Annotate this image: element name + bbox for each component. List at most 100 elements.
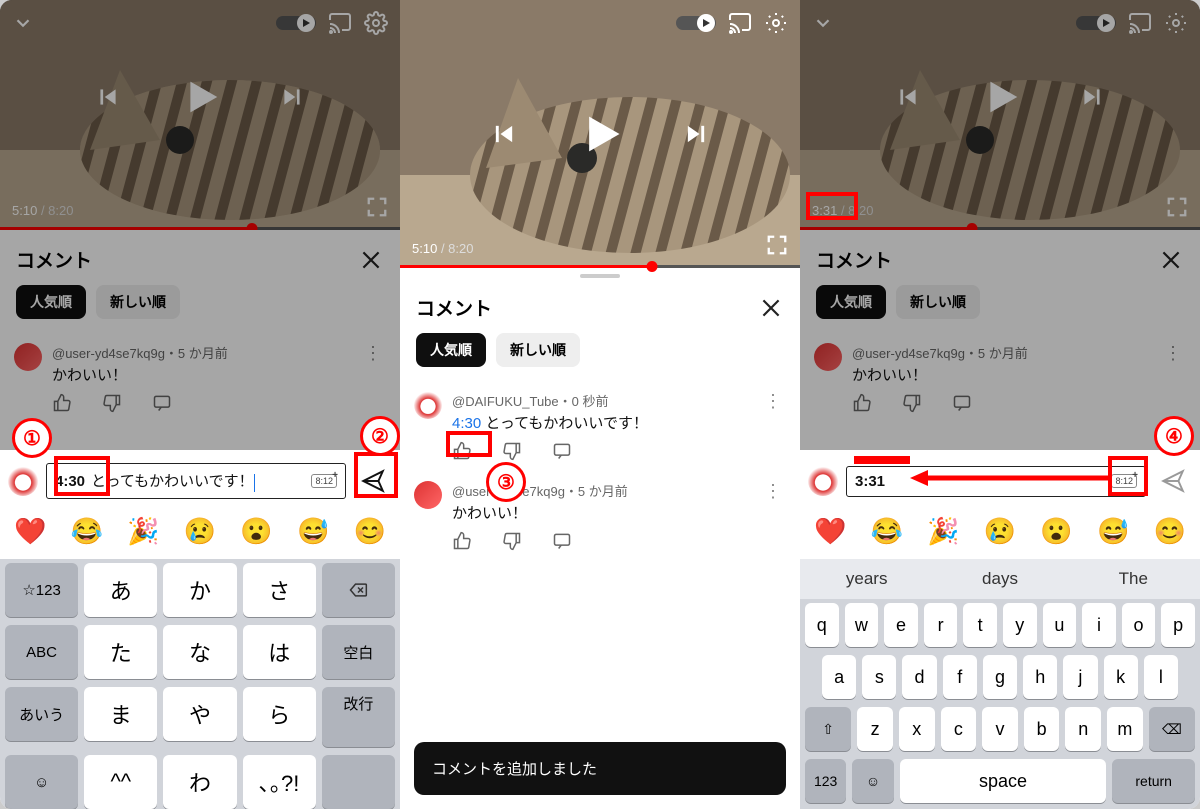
key[interactable]: b <box>1024 707 1060 751</box>
like-icon[interactable] <box>852 393 872 413</box>
sort-popular-chip[interactable]: 人気順 <box>16 285 86 319</box>
key[interactable]: さ <box>243 563 316 617</box>
key[interactable]: な <box>163 625 236 679</box>
fullscreen-icon[interactable] <box>766 234 788 256</box>
key-kana[interactable]: あいう <box>5 687 78 741</box>
dislike-icon[interactable] <box>902 393 922 413</box>
key[interactable]: c <box>941 707 977 751</box>
emoji-smile[interactable]: 😊 <box>1154 516 1186 547</box>
avatar[interactable] <box>414 481 442 509</box>
like-icon[interactable] <box>452 531 472 551</box>
key[interactable]: s <box>862 655 896 699</box>
emoji-heart[interactable]: ❤️ <box>14 516 46 547</box>
key[interactable]: わ <box>163 755 236 809</box>
prev-icon[interactable] <box>95 84 121 110</box>
key[interactable]: l <box>1144 655 1178 699</box>
key-123[interactable]: 123 <box>805 759 846 803</box>
reply-icon[interactable] <box>152 393 172 413</box>
avatar[interactable] <box>814 343 842 371</box>
sort-popular-chip[interactable]: 人気順 <box>816 285 886 319</box>
reply-icon[interactable] <box>552 531 572 551</box>
key[interactable]: j <box>1063 655 1097 699</box>
next-icon[interactable] <box>1079 84 1105 110</box>
collapse-icon[interactable] <box>812 12 834 34</box>
sort-popular-chip[interactable]: 人気順 <box>416 333 486 367</box>
key[interactable]: u <box>1043 603 1077 647</box>
comment-menu-icon[interactable]: ⋮ <box>760 481 786 551</box>
send-button[interactable] <box>1154 462 1192 500</box>
key[interactable]: ら <box>243 687 316 741</box>
fullscreen-icon[interactable] <box>366 196 388 218</box>
collapse-icon[interactable] <box>12 12 34 34</box>
timestamp-button[interactable]: 8:12+ <box>311 474 337 488</box>
key[interactable]: d <box>902 655 936 699</box>
emoji-cry[interactable]: 😢 <box>184 516 216 547</box>
key-backspace[interactable]: ⌫ <box>1149 707 1195 751</box>
cast-icon[interactable] <box>328 11 352 35</box>
key[interactable]: x <box>899 707 935 751</box>
key[interactable]: m <box>1107 707 1143 751</box>
sort-newest-chip[interactable]: 新しい順 <box>896 285 980 319</box>
key[interactable]: e <box>884 603 918 647</box>
key[interactable]: i <box>1082 603 1116 647</box>
emoji-surprise[interactable]: 😮 <box>240 516 272 547</box>
key-shift[interactable]: ⇧ <box>805 707 851 751</box>
autoplay-toggle[interactable] <box>276 13 316 33</box>
autoplay-toggle[interactable] <box>1076 13 1116 33</box>
key-return[interactable]: 改行 <box>322 687 395 747</box>
keyboard-japanese[interactable]: ☆123 あ か さ ABC た な は 空白 あいう ま や ら 改行 <box>0 559 400 809</box>
dislike-icon[interactable] <box>502 441 522 461</box>
emoji-tada[interactable]: 🎉 <box>927 516 959 547</box>
next-icon[interactable] <box>682 120 710 148</box>
key[interactable]: ､｡?! <box>243 755 316 809</box>
avatar[interactable] <box>14 343 42 371</box>
video-player[interactable]: 5:10 / 8:20 <box>0 0 400 230</box>
comment-menu-icon[interactable]: ⋮ <box>360 343 386 413</box>
emoji-joy[interactable]: 😂 <box>71 516 103 547</box>
comment-menu-icon[interactable]: ⋮ <box>760 391 786 461</box>
emoji-row[interactable]: ❤️ 😂 🎉 😢 😮 😅 😊 <box>800 504 1200 559</box>
key[interactable]: z <box>857 707 893 751</box>
predict-word[interactable]: The <box>1067 559 1200 599</box>
comment-menu-icon[interactable]: ⋮ <box>1160 343 1186 413</box>
reply-icon[interactable] <box>952 393 972 413</box>
predictive-row[interactable]: years days The <box>800 559 1200 599</box>
key-space[interactable]: 空白 <box>322 625 395 679</box>
play-icon[interactable] <box>977 74 1023 120</box>
key[interactable]: た <box>84 625 157 679</box>
play-icon[interactable] <box>177 74 223 120</box>
key[interactable]: ま <box>84 687 157 741</box>
key-blank[interactable] <box>322 755 395 809</box>
key[interactable]: w <box>845 603 879 647</box>
close-icon[interactable] <box>358 247 384 273</box>
settings-icon[interactable] <box>1164 11 1188 35</box>
key[interactable]: g <box>983 655 1017 699</box>
key[interactable]: h <box>1023 655 1057 699</box>
dislike-icon[interactable] <box>102 393 122 413</box>
key[interactable]: t <box>963 603 997 647</box>
predict-word[interactable]: years <box>800 559 933 599</box>
emoji-row[interactable]: ❤️ 😂 🎉 😢 😮 😅 😊 <box>0 504 400 559</box>
key-space[interactable]: space <box>900 759 1107 803</box>
prev-icon[interactable] <box>490 120 518 148</box>
key-num[interactable]: ☆123 <box>5 563 78 617</box>
key[interactable]: y <box>1003 603 1037 647</box>
emoji-heart[interactable]: ❤️ <box>814 516 846 547</box>
timestamp-link[interactable]: 4:30 <box>452 415 481 432</box>
reply-icon[interactable] <box>552 441 572 461</box>
emoji-sweat[interactable]: 😅 <box>1097 516 1129 547</box>
key[interactable]: r <box>924 603 958 647</box>
settings-icon[interactable] <box>364 11 388 35</box>
key[interactable]: q <box>805 603 839 647</box>
dislike-icon[interactable] <box>502 531 522 551</box>
emoji-smile[interactable]: 😊 <box>354 516 386 547</box>
progress-bar[interactable] <box>400 265 800 268</box>
key[interactable]: o <box>1122 603 1156 647</box>
key[interactable]: k <box>1104 655 1138 699</box>
video-player[interactable]: 5:10 / 8:20 <box>400 0 800 268</box>
key[interactable]: n <box>1065 707 1101 751</box>
cast-icon[interactable] <box>728 11 752 35</box>
key[interactable]: あ <box>84 563 157 617</box>
key-emoji[interactable]: ☺ <box>5 755 78 809</box>
key[interactable]: f <box>943 655 977 699</box>
